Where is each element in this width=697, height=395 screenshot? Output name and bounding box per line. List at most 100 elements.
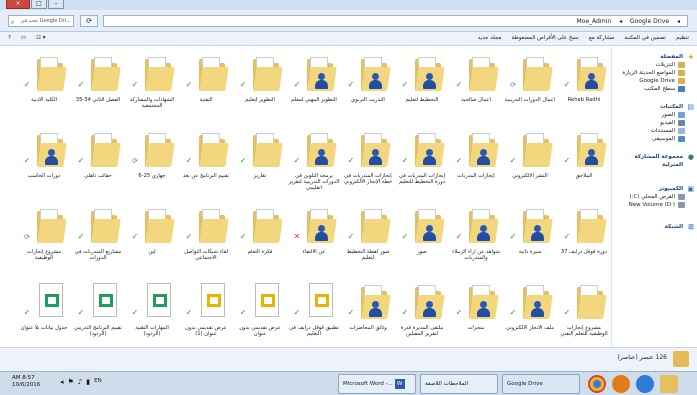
libraries-header[interactable]: ▤ المكتبات (612, 103, 697, 111)
synced-check-icon: ✓ (239, 232, 247, 241)
file-item[interactable]: ✓ دورات الحاسب (17, 123, 71, 197)
file-item[interactable]: ✓ تطبيق قوقل درايف في التعليم (287, 275, 341, 347)
computer-header[interactable]: ▣ الكمبيوتر (612, 185, 697, 193)
ie-icon[interactable] (636, 375, 654, 393)
sidebar-item-videos[interactable]: الفيديو (612, 119, 697, 127)
file-item[interactable]: ✓ تقييم البرنامج التدريبي (الردود) (71, 275, 125, 347)
toolbar-burn[interactable]: نسخ على الأقراص المضغوطة (511, 35, 578, 41)
breadcrumb-item-1[interactable]: Moe_Admin (576, 18, 611, 25)
file-item[interactable]: ✓ لقاء شبكات التواصل الاجتماعي (179, 199, 233, 273)
file-item[interactable]: ✓ التقنية (179, 47, 233, 121)
sidebar-item-drive-c[interactable]: القرص المحلي (C:) (612, 193, 697, 201)
task-word[interactable]: Microsoft Word -... W (338, 374, 416, 394)
file-item[interactable]: ✓ عرض تقديمي بدون عنوان (233, 275, 287, 347)
breadcrumb-item-0[interactable]: Google Drive (630, 18, 669, 25)
volume-icon[interactable]: ♪ (78, 378, 82, 386)
file-item[interactable]: ✓ صور لقطة التخطيط لتعليم (341, 199, 395, 273)
slides-icon (255, 283, 279, 317)
search-input[interactable]: ⌕ بحث في Google Dri... (8, 15, 74, 27)
file-item[interactable]: ✓ منجزات (449, 275, 503, 347)
folder-explorer-icon[interactable] (660, 375, 678, 393)
file-item[interactable]: ⟳ مشروع إنجازات الوظيفية (17, 199, 71, 273)
shared-person-icon (530, 301, 544, 319)
preview-pane-icon[interactable]: ▭ (21, 35, 26, 41)
toolbar-organize[interactable]: تنظيم (676, 35, 689, 41)
file-name: الشهادات والمشاركة المجتمعية (129, 97, 175, 109)
file-item[interactable]: ✓ برمجة التلوين في الدورات التدريبية لتق… (287, 123, 341, 197)
file-item[interactable]: ✓ مشاريع المتدربات في الدورات (71, 199, 125, 273)
file-item[interactable]: ✓ Rehab Radhi (557, 47, 611, 121)
file-item[interactable]: ✓ ملف الانجاز الالكتروني (503, 275, 557, 347)
shared-person-icon (314, 149, 328, 167)
favorites-header[interactable]: ★ المفضلة (612, 53, 697, 61)
file-item[interactable]: ✓ عرض تقديمي بدون عنوان (1) (179, 275, 233, 347)
sidebar-item-pictures[interactable]: الصور (612, 111, 697, 119)
refresh-button[interactable]: ⟳ (80, 15, 98, 27)
toolbar-share-with[interactable]: مشاركة مع (589, 35, 614, 41)
file-item[interactable]: ✓ دورة قوقل درايف 37 (557, 199, 611, 273)
file-item[interactable]: ✓ إنجازات المتدربات في خطة الإنجاز الالك… (341, 123, 395, 197)
syncing-icon: ⟳ (132, 157, 138, 165)
file-item[interactable]: ✓ لين (125, 199, 179, 273)
file-item[interactable]: ✓ التدريب التربوي (341, 47, 395, 121)
file-item[interactable]: ✓ تقييم البرنامج عن بعد (179, 123, 233, 197)
help-icon[interactable]: ? (8, 35, 11, 41)
maximize-button[interactable]: □ (31, 0, 47, 9)
file-item[interactable]: ✓ فكرة التعلم (233, 199, 287, 273)
synced-check-icon: ✓ (293, 80, 301, 89)
shared-person-icon (368, 301, 382, 319)
file-item[interactable]: ✓ جدول بيانات بلا عنوان (17, 275, 71, 347)
homegroup-header[interactable]: ● مجموعة المشاركة المنزلية (612, 153, 697, 169)
language-indicator[interactable]: EN (94, 378, 102, 386)
toolbar-include-library[interactable]: تضمين في المكتبة (624, 35, 666, 41)
flag-icon[interactable]: ⚑ (68, 378, 74, 386)
file-item[interactable]: ✓ التطوير لتعليم (233, 47, 287, 121)
media-player-icon[interactable] (612, 375, 630, 393)
homegroup-group: ● مجموعة المشاركة المنزلية (612, 153, 697, 169)
sidebar-item-downloads[interactable]: التنزيلات (612, 61, 697, 69)
file-item[interactable]: ✓ حقائب تأهلي (71, 123, 125, 197)
view-options-icon[interactable]: ☷ ▾ (36, 35, 45, 41)
file-item[interactable]: ✓ ملتقى المديرة قدرة لتقرير المقبلين (395, 275, 449, 347)
file-item[interactable]: ✓ مشروع إنجازات الوظيفية للتعلم التقني (557, 275, 611, 347)
minimize-button[interactable]: – (48, 0, 64, 9)
taskbar-clock[interactable]: AM 8:57 10/6/2016 (12, 375, 40, 389)
file-item[interactable]: ✓ إنجازات المدربات في دورة التخطيط للتعل… (395, 123, 449, 197)
sidebar-item-desktop[interactable]: سطح المكتب (612, 85, 697, 93)
file-item[interactable]: ✓ الفصل الثاني 34-35 (71, 47, 125, 121)
synced-check-icon: ✓ (131, 232, 139, 241)
sidebar-item-music[interactable]: الموسيقى (612, 135, 697, 143)
file-item[interactable]: ✓ التخطيط لتعليم (395, 47, 449, 121)
sidebar-item-recent[interactable]: المواضع الحديثة الزيارة (612, 69, 697, 77)
file-item[interactable]: ✓ وثائق المحاضرات (341, 275, 395, 347)
file-item[interactable]: ⟳ جهازي 25-6 (125, 123, 179, 197)
sidebar-item-google-drive[interactable]: Google Drive (612, 77, 697, 85)
file-item[interactable]: ✓ صور (395, 199, 449, 273)
file-item[interactable]: ✓ الكلية الأدبية (17, 47, 71, 121)
task-sticky-notes[interactable]: الملاحظات اللاصقة (420, 374, 498, 394)
close-button[interactable]: × (6, 0, 30, 9)
file-item[interactable]: ✓ التطوير المهني لمعلم (287, 47, 341, 121)
task-google-drive[interactable]: Google Drive (502, 374, 580, 394)
file-item[interactable]: ✓ أعمال صالحية (449, 47, 503, 121)
toolbar-new-folder[interactable]: مجلد جديد (478, 35, 502, 41)
file-item[interactable]: ✕ عن الالتقاء (287, 199, 341, 273)
chrome-icon[interactable] (588, 375, 606, 393)
network-tray-icon[interactable]: ▮ (86, 378, 90, 386)
show-hidden-icon[interactable]: ◂ (60, 378, 64, 386)
file-item[interactable]: ✓ تقارير (233, 123, 287, 197)
file-item[interactable]: ✓ سيرة ذاتية (503, 199, 557, 273)
sidebar-item-documents[interactable]: المستندات (612, 127, 697, 135)
file-item[interactable]: ✓ الملاحق (557, 123, 611, 197)
breadcrumb[interactable]: ◂ Moe_Admin ◂ Google Drive (103, 15, 688, 27)
file-item[interactable]: ⟳ أعمال الدورات التدريبية (503, 47, 557, 121)
network-header[interactable]: ⊞ الشبكة (612, 223, 697, 231)
file-item[interactable]: ✓ الشهادات والمشاركة المجتمعية (125, 47, 179, 121)
file-item[interactable]: ✓ النشر الالكتروني (503, 123, 557, 197)
file-item[interactable]: ✓ إنجازات المدربات (449, 123, 503, 197)
sidebar-item-drive-d[interactable]: New Volume (D:) (612, 201, 697, 209)
folder-icon (523, 129, 553, 169)
file-item[interactable]: ✓ المهارات التقنية (الردود) (125, 275, 179, 347)
file-item[interactable]: ✓ شواهد عن آراء الزملاء والمتدربات (449, 199, 503, 273)
file-name: إنجازات المدربات (457, 173, 495, 179)
